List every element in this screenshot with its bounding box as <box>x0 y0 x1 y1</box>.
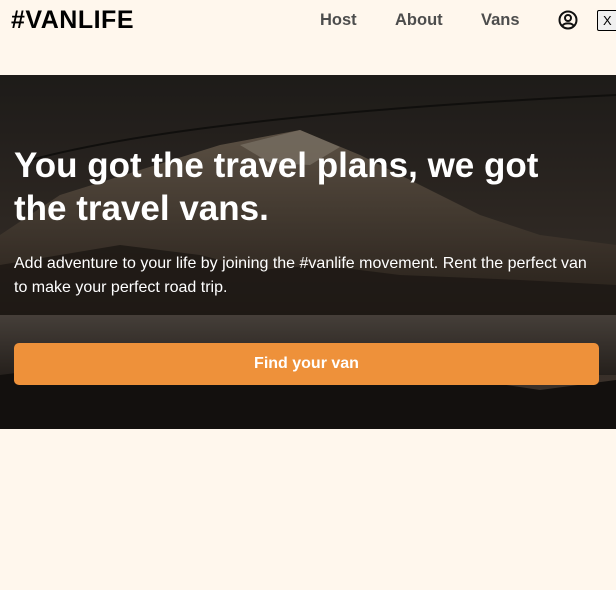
nav-link-vans[interactable]: Vans <box>481 11 520 30</box>
logout-button[interactable]: X <box>597 10 616 31</box>
find-your-van-button[interactable]: Find your van <box>14 343 599 385</box>
user-circle-icon[interactable] <box>558 10 578 30</box>
hero-section: You got the travel plans, we got the tra… <box>0 75 616 429</box>
site-header: #VANLIFE Host About Vans X <box>0 0 616 75</box>
hero-subtitle: Add adventure to your life by joining th… <box>14 255 587 296</box>
nav-link-about[interactable]: About <box>395 11 443 30</box>
hero-title: You got the travel plans, we got the tra… <box>14 146 539 228</box>
nav-link-host[interactable]: Host <box>320 11 357 30</box>
logo[interactable]: #VANLIFE <box>11 6 134 35</box>
